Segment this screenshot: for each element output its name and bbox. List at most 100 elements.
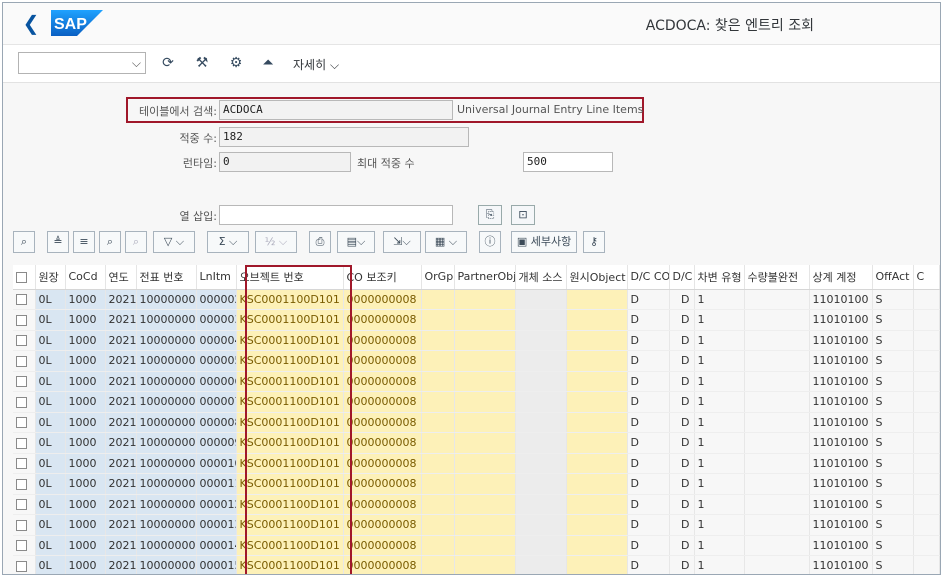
table-row[interactable]: 0L10002021100000007000011KSC0001100D1010…	[13, 473, 940, 495]
table-row[interactable]: 0L10002021100000007000014KSC0001100D1010…	[13, 535, 940, 556]
table-cell[interactable]	[454, 350, 516, 372]
table-cell[interactable]: 1000	[65, 309, 106, 331]
table-cell[interactable]: D	[669, 535, 695, 556]
table-cell[interactable]	[454, 330, 516, 351]
table-cell[interactable]	[913, 473, 940, 495]
table-cell[interactable]	[913, 494, 940, 515]
table-cell[interactable]: 1000	[65, 289, 106, 310]
table-cell[interactable]: 11010100	[809, 412, 873, 433]
column-header[interactable]: C	[913, 265, 940, 290]
table-cell[interactable]: 1	[694, 432, 745, 454]
table-cell[interactable]	[421, 555, 455, 574]
row-checkbox[interactable]	[16, 314, 27, 326]
column-header[interactable]: OffAct	[872, 265, 914, 290]
table-cell[interactable]: 0L	[35, 350, 66, 372]
table-cell[interactable]	[913, 514, 940, 536]
table-row[interactable]: 0L10002021100000007000009KSC0001100D1010…	[13, 432, 940, 454]
table-cell[interactable]: D	[669, 412, 695, 433]
column-header[interactable]: 연도	[105, 265, 137, 290]
table-cell[interactable]: D	[669, 453, 695, 474]
table-cell[interactable]: KSC0001100D101	[236, 555, 344, 574]
table-cell[interactable]: 000002	[196, 289, 237, 310]
column-header[interactable]: 개체 소스	[515, 265, 567, 290]
table-cell[interactable]	[421, 391, 455, 413]
table-cell[interactable]: D	[669, 371, 695, 392]
row-select-cell[interactable]	[13, 555, 36, 574]
table-cell[interactable]: 0000000008	[343, 412, 422, 433]
table-cell[interactable]: 0000000008	[343, 330, 422, 351]
table-cell[interactable]	[744, 432, 810, 454]
column-header[interactable]: LnItm	[196, 265, 237, 290]
row-select-cell[interactable]	[13, 330, 36, 351]
table-cell[interactable]	[913, 412, 940, 433]
table-cell[interactable]: D	[627, 309, 670, 331]
table-cell[interactable]: 2021	[105, 289, 137, 310]
table-cell[interactable]: S	[872, 453, 914, 474]
table-cell[interactable]	[744, 330, 810, 351]
table-row[interactable]: 0L10002021100000007000006KSC0001100D1010…	[13, 371, 940, 392]
table-row[interactable]: 0L10002021100000007000013KSC0001100D1010…	[13, 514, 940, 536]
table-cell[interactable]	[454, 535, 516, 556]
table-cell[interactable]	[913, 309, 940, 331]
table-cell[interactable]: 0000000008	[343, 391, 422, 413]
table-cell[interactable]: 0000000008	[343, 289, 422, 310]
table-cell[interactable]	[744, 535, 810, 556]
table-row[interactable]: 0L10002021100000007000008KSC0001100D1010…	[13, 412, 940, 433]
table-cell[interactable]: S	[872, 350, 914, 372]
table-cell[interactable]: D	[627, 391, 670, 413]
insert-column-button[interactable]: ⎘	[478, 205, 502, 225]
table-cell[interactable]: KSC0001100D101	[236, 535, 344, 556]
table-cell[interactable]: 1	[694, 309, 745, 331]
table-cell[interactable]	[566, 555, 628, 574]
row-select-cell[interactable]	[13, 494, 36, 515]
table-cell[interactable]: 0000000008	[343, 371, 422, 392]
table-cell[interactable]: 0000000008	[343, 473, 422, 495]
table-cell[interactable]: 000013	[196, 514, 237, 536]
row-select-cell[interactable]	[13, 473, 36, 495]
table-cell[interactable]: 2021	[105, 391, 137, 413]
table-cell[interactable]: S	[872, 330, 914, 351]
table-cell[interactable]: 1	[694, 350, 745, 372]
table-cell[interactable]: 100000007	[136, 391, 197, 413]
table-cell[interactable]: 1000	[65, 494, 106, 515]
table-cell[interactable]	[744, 412, 810, 433]
table-cell[interactable]: 1	[694, 473, 745, 495]
table-cell[interactable]: 100000007	[136, 412, 197, 433]
table-cell[interactable]: 0000000008	[343, 350, 422, 372]
table-cell[interactable]: 0L	[35, 412, 66, 433]
column-header[interactable]: CO 보조키	[343, 265, 422, 290]
column-header[interactable]: D/C	[669, 265, 695, 290]
table-cell[interactable]	[421, 371, 455, 392]
row-checkbox[interactable]	[16, 335, 27, 347]
table-cell[interactable]	[421, 350, 455, 372]
table-cell[interactable]: KSC0001100D101	[236, 453, 344, 474]
table-cell[interactable]: D	[627, 350, 670, 372]
table-cell[interactable]	[566, 412, 628, 433]
table-cell[interactable]: 1	[694, 371, 745, 392]
table-cell[interactable]	[515, 432, 567, 454]
table-cell[interactable]: 1000	[65, 432, 106, 454]
column-header[interactable]: 차변 유형	[694, 265, 745, 290]
table-row[interactable]: 0L10002021100000007000007KSC0001100D1010…	[13, 391, 940, 413]
table-cell[interactable]	[454, 309, 516, 331]
filter-icon[interactable]: ▽ ⌵	[153, 231, 195, 253]
row-checkbox[interactable]	[16, 355, 27, 367]
column-header[interactable]: D/C CO	[627, 265, 670, 290]
table-cell[interactable]	[454, 453, 516, 474]
column-header[interactable]: 전표 번호	[136, 265, 197, 290]
table-cell[interactable]: S	[872, 535, 914, 556]
table-cell[interactable]: 1000	[65, 391, 106, 413]
table-cell[interactable]: 000007	[196, 391, 237, 413]
table-cell[interactable]: 000006	[196, 371, 237, 392]
back-button[interactable]: ❮	[19, 11, 43, 35]
table-cell[interactable]: 1000	[65, 412, 106, 433]
wrench-icon[interactable]: ⚒	[193, 54, 211, 72]
table-cell[interactable]: 0L	[35, 391, 66, 413]
table-cell[interactable]: 100000007	[136, 432, 197, 454]
table-cell[interactable]: 000009	[196, 432, 237, 454]
table-cell[interactable]: 0L	[35, 473, 66, 495]
table-cell[interactable]	[566, 309, 628, 331]
table-cell[interactable]: 2021	[105, 535, 137, 556]
table-cell[interactable]	[421, 432, 455, 454]
table-cell[interactable]	[913, 432, 940, 454]
